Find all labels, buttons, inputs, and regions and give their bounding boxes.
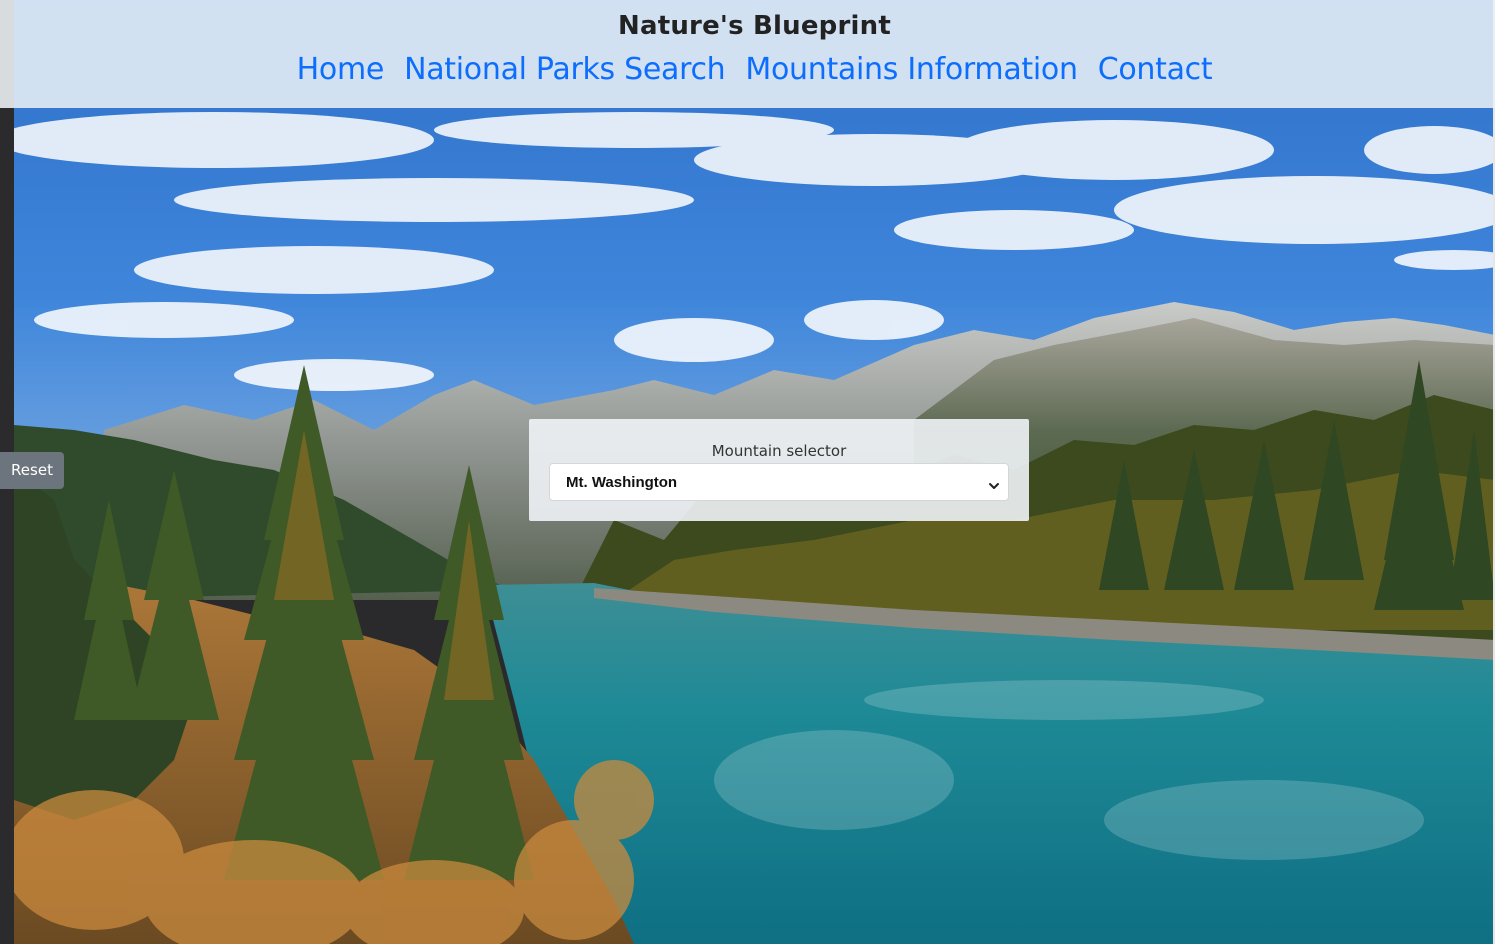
left-window-edge-top [0, 0, 14, 108]
site-header: Nature's Blueprint Home National Parks S… [14, 0, 1495, 108]
chevron-down-icon [988, 477, 1000, 489]
nav-link-home[interactable]: Home [297, 52, 385, 87]
mountain-select-value: Mt. Washington [566, 474, 678, 491]
mountain-select-dropdown[interactable]: Mt. Washington [549, 463, 1009, 501]
mountain-selector-card: Mountain selector Mt. Washington [529, 419, 1029, 521]
site-title: Nature's Blueprint [618, 11, 891, 41]
mountain-selector-label: Mountain selector [711, 442, 847, 460]
nav-link-contact[interactable]: Contact [1098, 52, 1213, 87]
reset-button[interactable]: Reset [0, 452, 64, 489]
main-nav: Home National Parks Search Mountains Inf… [14, 52, 1495, 87]
page: Nature's Blueprint Home National Parks S… [0, 0, 1495, 944]
nav-link-mountains-information[interactable]: Mountains Information [745, 52, 1078, 87]
nav-link-national-parks-search[interactable]: National Parks Search [404, 52, 726, 87]
